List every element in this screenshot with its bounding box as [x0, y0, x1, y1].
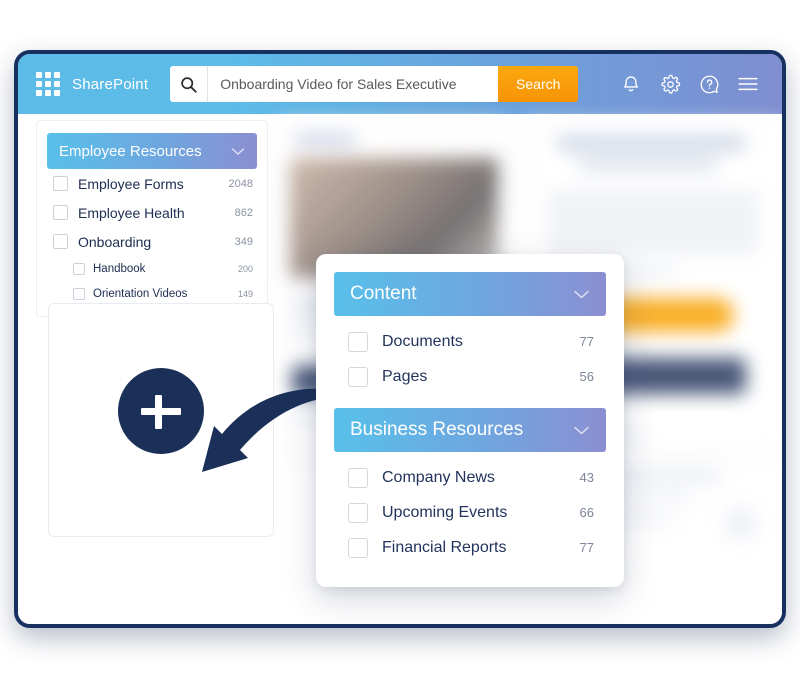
popup-item-count: 56 [579, 369, 594, 384]
topbar-icon-group [619, 72, 764, 96]
popup-section-title: Content [350, 283, 417, 304]
popup-section-header-content[interactable]: Content [334, 272, 606, 316]
popup-row-upcoming-events[interactable]: Upcoming Events 66 [316, 495, 624, 530]
popup-row-documents[interactable]: Documents 77 [316, 324, 624, 359]
popup-item-label: Upcoming Events [382, 503, 508, 521]
filter-label: Employee Health [78, 204, 185, 221]
bell-icon[interactable] [619, 72, 643, 96]
popup-item-label: Pages [382, 367, 428, 385]
category-header-label: Employee Resources [59, 142, 202, 160]
help-icon[interactable] [697, 72, 721, 96]
popup-rows-business-resources: Company News 43 Upcoming Events 66 Finan… [316, 460, 624, 565]
popup-row-financial-reports[interactable]: Financial Reports 77 [316, 530, 624, 565]
filter-label: Handbook [93, 262, 146, 275]
popup-section-title: Business Resources [350, 419, 524, 440]
filter-panel: Employee Resources Employee Forms 2048 E… [36, 120, 268, 317]
app-grid-icon[interactable] [36, 72, 60, 96]
popup-item-count: 77 [579, 540, 594, 555]
filter-label: Onboarding [78, 233, 152, 250]
checkbox-company-news[interactable] [348, 467, 368, 488]
popup-item-count: 77 [579, 334, 594, 349]
search-icon[interactable] [170, 66, 209, 102]
plus-icon[interactable] [118, 368, 204, 454]
filter-count: 2048 [228, 177, 253, 190]
checkbox-handbook[interactable] [73, 262, 85, 275]
checkbox-onboarding[interactable] [53, 234, 68, 249]
checkbox-documents[interactable] [348, 331, 368, 352]
popup-row-pages[interactable]: Pages 56 [316, 359, 624, 394]
filter-row-handbook[interactable]: Handbook 200 [47, 256, 257, 281]
popup-item-count: 43 [579, 470, 594, 485]
top-navigation-bar: SharePoint Search [18, 54, 782, 114]
checkbox-orientation-videos[interactable] [73, 287, 85, 300]
search-button[interactable]: Search [498, 66, 579, 102]
filter-row-employee-health[interactable]: Employee Health 862 [47, 198, 257, 227]
filter-label: Orientation Videos [93, 287, 188, 300]
checkbox-employee-health[interactable] [53, 205, 68, 220]
filter-count: 149 [237, 288, 253, 299]
chevron-down-icon[interactable] [231, 147, 245, 156]
filter-label: Employee Forms [78, 175, 184, 192]
checkbox-upcoming-events[interactable] [348, 502, 368, 523]
popup-item-label: Company News [382, 468, 495, 486]
search-bar: Search [170, 66, 579, 102]
category-header-employee-resources[interactable]: Employee Resources [47, 133, 257, 169]
screenshot-stage: SharePoint Search [0, 0, 800, 677]
chevron-down-icon[interactable] [573, 289, 590, 300]
gear-icon[interactable] [658, 72, 682, 96]
filter-count: 349 [234, 235, 253, 248]
popup-item-count: 66 [579, 505, 594, 520]
popup-section-header-business-resources[interactable]: Business Resources [334, 408, 606, 452]
checkbox-employee-forms[interactable] [53, 176, 68, 191]
chevron-down-icon[interactable] [573, 425, 590, 436]
filter-count: 200 [237, 263, 253, 274]
app-window: SharePoint Search [14, 50, 786, 628]
popup-item-label: Financial Reports [382, 538, 507, 556]
popup-row-company-news[interactable]: Company News 43 [316, 460, 624, 495]
filter-row-employee-forms[interactable]: Employee Forms 2048 [47, 169, 257, 198]
filter-row-onboarding[interactable]: Onboarding 349 [47, 227, 257, 256]
add-filter-card[interactable] [48, 303, 274, 537]
brand-label: SharePoint [72, 75, 149, 93]
filter-count: 862 [234, 206, 253, 219]
search-input[interactable] [208, 66, 499, 102]
hamburger-menu-icon[interactable] [736, 72, 760, 96]
filter-popup-panel: Content Documents 77 Pages 56 Business R… [316, 254, 624, 587]
checkbox-financial-reports[interactable] [348, 537, 368, 558]
popup-rows-content: Documents 77 Pages 56 [316, 324, 624, 394]
page-body: Employee Resources Employee Forms 2048 E… [18, 114, 782, 624]
checkbox-pages[interactable] [348, 366, 368, 387]
popup-item-label: Documents [382, 332, 463, 350]
